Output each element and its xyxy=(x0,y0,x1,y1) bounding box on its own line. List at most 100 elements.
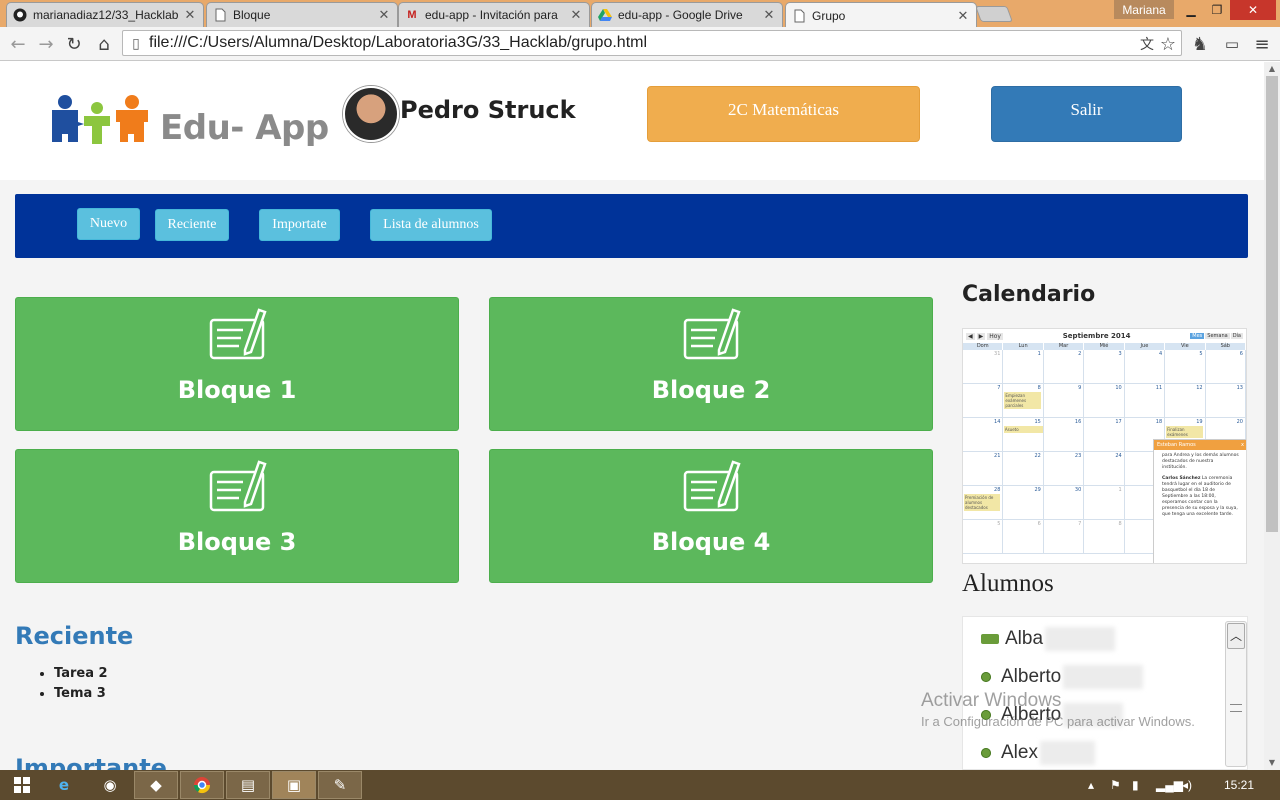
calendar-day[interactable]: 6 xyxy=(1205,350,1246,384)
calendar-day[interactable]: 10 xyxy=(1084,384,1125,418)
tab-gmail[interactable]: M edu-app - Invitación para ✕ xyxy=(398,2,590,27)
calendar-day[interactable]: 3 xyxy=(1084,350,1125,384)
calendar-day[interactable]: 1 xyxy=(1003,350,1044,384)
calendar-day[interactable]: 9 xyxy=(1043,384,1085,418)
window-close-icon[interactable]: ✕ xyxy=(1230,0,1276,20)
nav-nuevo-button[interactable]: Nuevo xyxy=(77,208,140,240)
recent-item[interactable]: Tarea 2 xyxy=(54,666,108,681)
forward-icon[interactable]: → xyxy=(34,32,58,56)
volume-icon[interactable]: ◂) xyxy=(1182,778,1192,792)
block-card-1[interactable]: Bloque 1 xyxy=(15,297,459,431)
calendar-day[interactable]: 13 xyxy=(1205,384,1246,418)
calendar-day[interactable]: 16 Asueto xyxy=(1003,418,1085,452)
view-day-button[interactable]: Día xyxy=(1230,333,1243,339)
paint-app-icon[interactable]: ✎ xyxy=(318,771,362,799)
calendar-day[interactable]: 7 xyxy=(963,384,1004,418)
calendar-widget[interactable]: ◀ ▶ Hoy Septiembre 2014 Mes Semana Día D… xyxy=(962,328,1247,564)
calendar-day[interactable]: 4 xyxy=(1124,350,1166,384)
avatar[interactable] xyxy=(343,86,399,142)
nav-importante-button[interactable]: Importate xyxy=(259,209,340,241)
calendar-day[interactable]: 5 xyxy=(963,520,1004,554)
close-icon[interactable]: ✕ xyxy=(377,7,391,23)
calendar-day[interactable]: 14 xyxy=(963,418,1004,452)
address-bar[interactable]: ▯ file:///C:/Users/Alumna/Desktop/Labora… xyxy=(122,30,1182,56)
nav-reciente-button[interactable]: Reciente xyxy=(155,209,229,241)
calendar-day[interactable]: 11 xyxy=(1124,384,1166,418)
extension-icon[interactable]: ♞ xyxy=(1188,32,1212,56)
next-month-icon[interactable]: ▶ xyxy=(976,332,986,340)
calendar-day[interactable]: 29 xyxy=(1003,486,1044,520)
battery-icon[interactable]: ▮ xyxy=(1132,778,1139,792)
calendar-day[interactable]: 28 Premiación de alumnos destacados xyxy=(963,486,1004,520)
cast-icon[interactable]: ▭ xyxy=(1220,32,1244,56)
scroll-down-icon[interactable]: ▼ xyxy=(1264,756,1280,770)
tab-github[interactable]: marianadiaz12/33_Hacklab ✕ xyxy=(6,2,204,27)
maximize-icon[interactable]: ❐ xyxy=(1204,0,1230,20)
block-card-3[interactable]: Bloque 3 xyxy=(15,449,459,583)
student-item[interactable]: Alberto xyxy=(981,663,1144,691)
git-app-icon[interactable]: ◆ xyxy=(134,771,178,799)
scroll-up-icon[interactable]: ︿ xyxy=(1227,623,1245,649)
flag-icon[interactable]: ⚑ xyxy=(1110,778,1121,792)
clock[interactable]: 15:21 xyxy=(1224,778,1254,792)
tray-arrow-icon[interactable]: ▴ xyxy=(1088,778,1094,792)
calendar-day[interactable]: 23 xyxy=(1043,452,1085,486)
calendar-day[interactable]: 6 xyxy=(1003,520,1044,554)
file-explorer-icon[interactable]: ▤ xyxy=(226,771,270,799)
calendar-day[interactable]: 21 xyxy=(963,452,1004,486)
calendar-day[interactable]: 17 xyxy=(1084,418,1125,452)
calendar-day[interactable]: 2 xyxy=(1043,350,1085,384)
chrome-icon[interactable] xyxy=(180,771,224,799)
students-scrollbar[interactable]: ︿ xyxy=(1225,621,1247,767)
calendar-day[interactable]: 22 xyxy=(1003,452,1044,486)
star-icon[interactable]: ☆ xyxy=(1156,32,1180,56)
event-popup[interactable]: Esteban Ramos x para Andrea y los demás … xyxy=(1153,439,1246,563)
profile-badge[interactable]: Mariana xyxy=(1114,0,1174,19)
calendar-day[interactable]: 1 xyxy=(1084,486,1125,520)
calendar-day[interactable]: 24 xyxy=(1084,452,1125,486)
home-icon[interactable]: ⌂ xyxy=(92,32,116,56)
reload-icon[interactable]: ↻ xyxy=(62,32,86,56)
calendar-event[interactable]: Asueto xyxy=(1003,426,1044,433)
calendar-day[interactable]: 7 xyxy=(1043,520,1085,554)
calendar-day[interactable]: 5 xyxy=(1165,350,1206,384)
calendar-day[interactable]: 15 xyxy=(1003,418,1044,452)
calendar-day[interactable]: 8 Empiezan exámenes parciales xyxy=(1003,384,1044,418)
edu-app-logo[interactable]: Edu- App xyxy=(50,94,329,150)
calendar-event[interactable]: Finalizan exámenes xyxy=(1166,426,1203,438)
internet-explorer-icon[interactable]: e xyxy=(42,771,86,799)
prev-month-icon[interactable]: ◀ xyxy=(966,332,975,340)
menu-icon[interactable]: ≡ xyxy=(1250,32,1274,56)
view-week-button[interactable]: Semana xyxy=(1205,333,1230,339)
tab-bloque[interactable]: Bloque ✕ xyxy=(206,2,398,27)
view-month-button[interactable]: Mes xyxy=(1190,333,1205,339)
start-icon[interactable] xyxy=(0,771,44,799)
close-icon[interactable]: ✕ xyxy=(183,7,197,23)
minimize-icon[interactable]: ▁ xyxy=(1178,0,1204,20)
back-icon[interactable]: ← xyxy=(6,32,30,56)
calendar-day[interactable]: 8 xyxy=(1084,520,1125,554)
editor-app-icon[interactable]: ▣ xyxy=(272,771,316,799)
close-icon[interactable]: ✕ xyxy=(569,7,583,23)
scroll-grip[interactable] xyxy=(1230,704,1242,712)
calendar-day[interactable]: 31 xyxy=(963,350,1004,384)
recent-item[interactable]: Tema 3 xyxy=(54,686,108,701)
new-tab-button[interactable] xyxy=(975,6,1013,22)
calendar-day[interactable]: 12 xyxy=(1165,384,1206,418)
tab-drive[interactable]: edu-app - Google Drive ✕ xyxy=(591,2,783,27)
page-scrollbar[interactable]: ▲ ▼ xyxy=(1264,62,1280,770)
block-card-2[interactable]: Bloque 2 xyxy=(489,297,933,431)
calendar-event[interactable]: Empiezan exámenes parciales xyxy=(1004,392,1041,409)
student-item[interactable]: Alex xyxy=(981,739,1095,767)
scroll-up-icon[interactable]: ▲ xyxy=(1264,62,1280,76)
scrollbar-thumb[interactable] xyxy=(1266,76,1278,532)
calendar-day[interactable]: 30 xyxy=(1043,486,1085,520)
block-card-4[interactable]: Bloque 4 xyxy=(489,449,933,583)
student-item[interactable]: Alba xyxy=(981,625,1116,653)
calendar-event[interactable]: Premiación de alumnos destacados xyxy=(964,494,1001,511)
close-icon[interactable]: ✕ xyxy=(762,7,776,23)
logout-button[interactable]: Salir xyxy=(991,86,1182,142)
tab-grupo[interactable]: Grupo ✕ xyxy=(785,2,977,28)
network-icon[interactable]: ▂▄▆ xyxy=(1156,778,1183,792)
close-icon[interactable]: ✕ xyxy=(956,8,970,24)
